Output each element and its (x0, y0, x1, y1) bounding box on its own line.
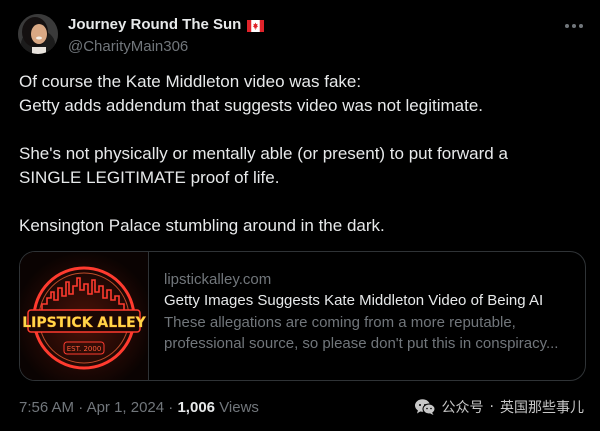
tweet-date[interactable]: Apr 1, 2024 (87, 399, 165, 416)
views-count: 1,006 (177, 399, 216, 416)
tweet-line: She's not physically or mentally able (o… (19, 144, 508, 163)
tweet-line: Of course the Kate Middleton video was f… (19, 72, 362, 91)
link-preview-card[interactable]: LIPSTICK ALLEY EST. 2000 lipstickalley.c… (19, 251, 586, 381)
tweet-line: Getty adds addendum that suggests video … (19, 96, 483, 115)
more-options-button[interactable] (562, 16, 586, 36)
watermark-separator: · (489, 399, 494, 415)
tweet-text: Of course the Kate Middleton video was f… (19, 70, 585, 238)
avatar[interactable] (18, 14, 58, 54)
card-description: These allegations are coming from a more… (164, 314, 559, 352)
meta-separator: · (168, 399, 174, 416)
author-handle[interactable]: @CharityMain306 (68, 38, 188, 55)
author-name-text: Journey Round The Sun (68, 16, 242, 33)
author-display-name[interactable]: Journey Round The Sun (68, 16, 265, 33)
tweet-time[interactable]: 7:56 AM (19, 399, 74, 416)
lipstick-alley-logo-icon: LIPSTICK ALLEY EST. 2000 (20, 252, 148, 380)
canada-flag-icon (247, 19, 265, 32)
logo-est-text: EST. 2000 (67, 345, 102, 353)
tweet-line: Kensington Palace stumbling around in th… (19, 216, 385, 235)
meta-separator: · (78, 399, 84, 416)
profile-avatar-image (18, 14, 58, 54)
card-title: Getty Images Suggests Kate Middleton Vid… (164, 292, 544, 309)
card-domain: lipstickalley.com (164, 271, 272, 288)
more-dots-icon (565, 24, 583, 28)
wechat-icon (414, 399, 436, 415)
wechat-watermark: 公众号 · 英国那些事儿 (414, 397, 584, 417)
logo-text: LIPSTICK ALLEY (22, 315, 146, 331)
watermark-label: 公众号 (441, 400, 484, 416)
tweet-line: SINGLE LEGITIMATE proof of life. (19, 168, 280, 187)
tweet-meta: 7:56 AM · Apr 1, 2024 · 1,006 Views (19, 399, 259, 416)
watermark-account: 英国那些事儿 (500, 400, 584, 416)
card-text-block: lipstickalley.com Getty Images Suggests … (164, 270, 574, 354)
views-label: Views (219, 399, 259, 416)
card-thumbnail: LIPSTICK ALLEY EST. 2000 (20, 252, 149, 380)
